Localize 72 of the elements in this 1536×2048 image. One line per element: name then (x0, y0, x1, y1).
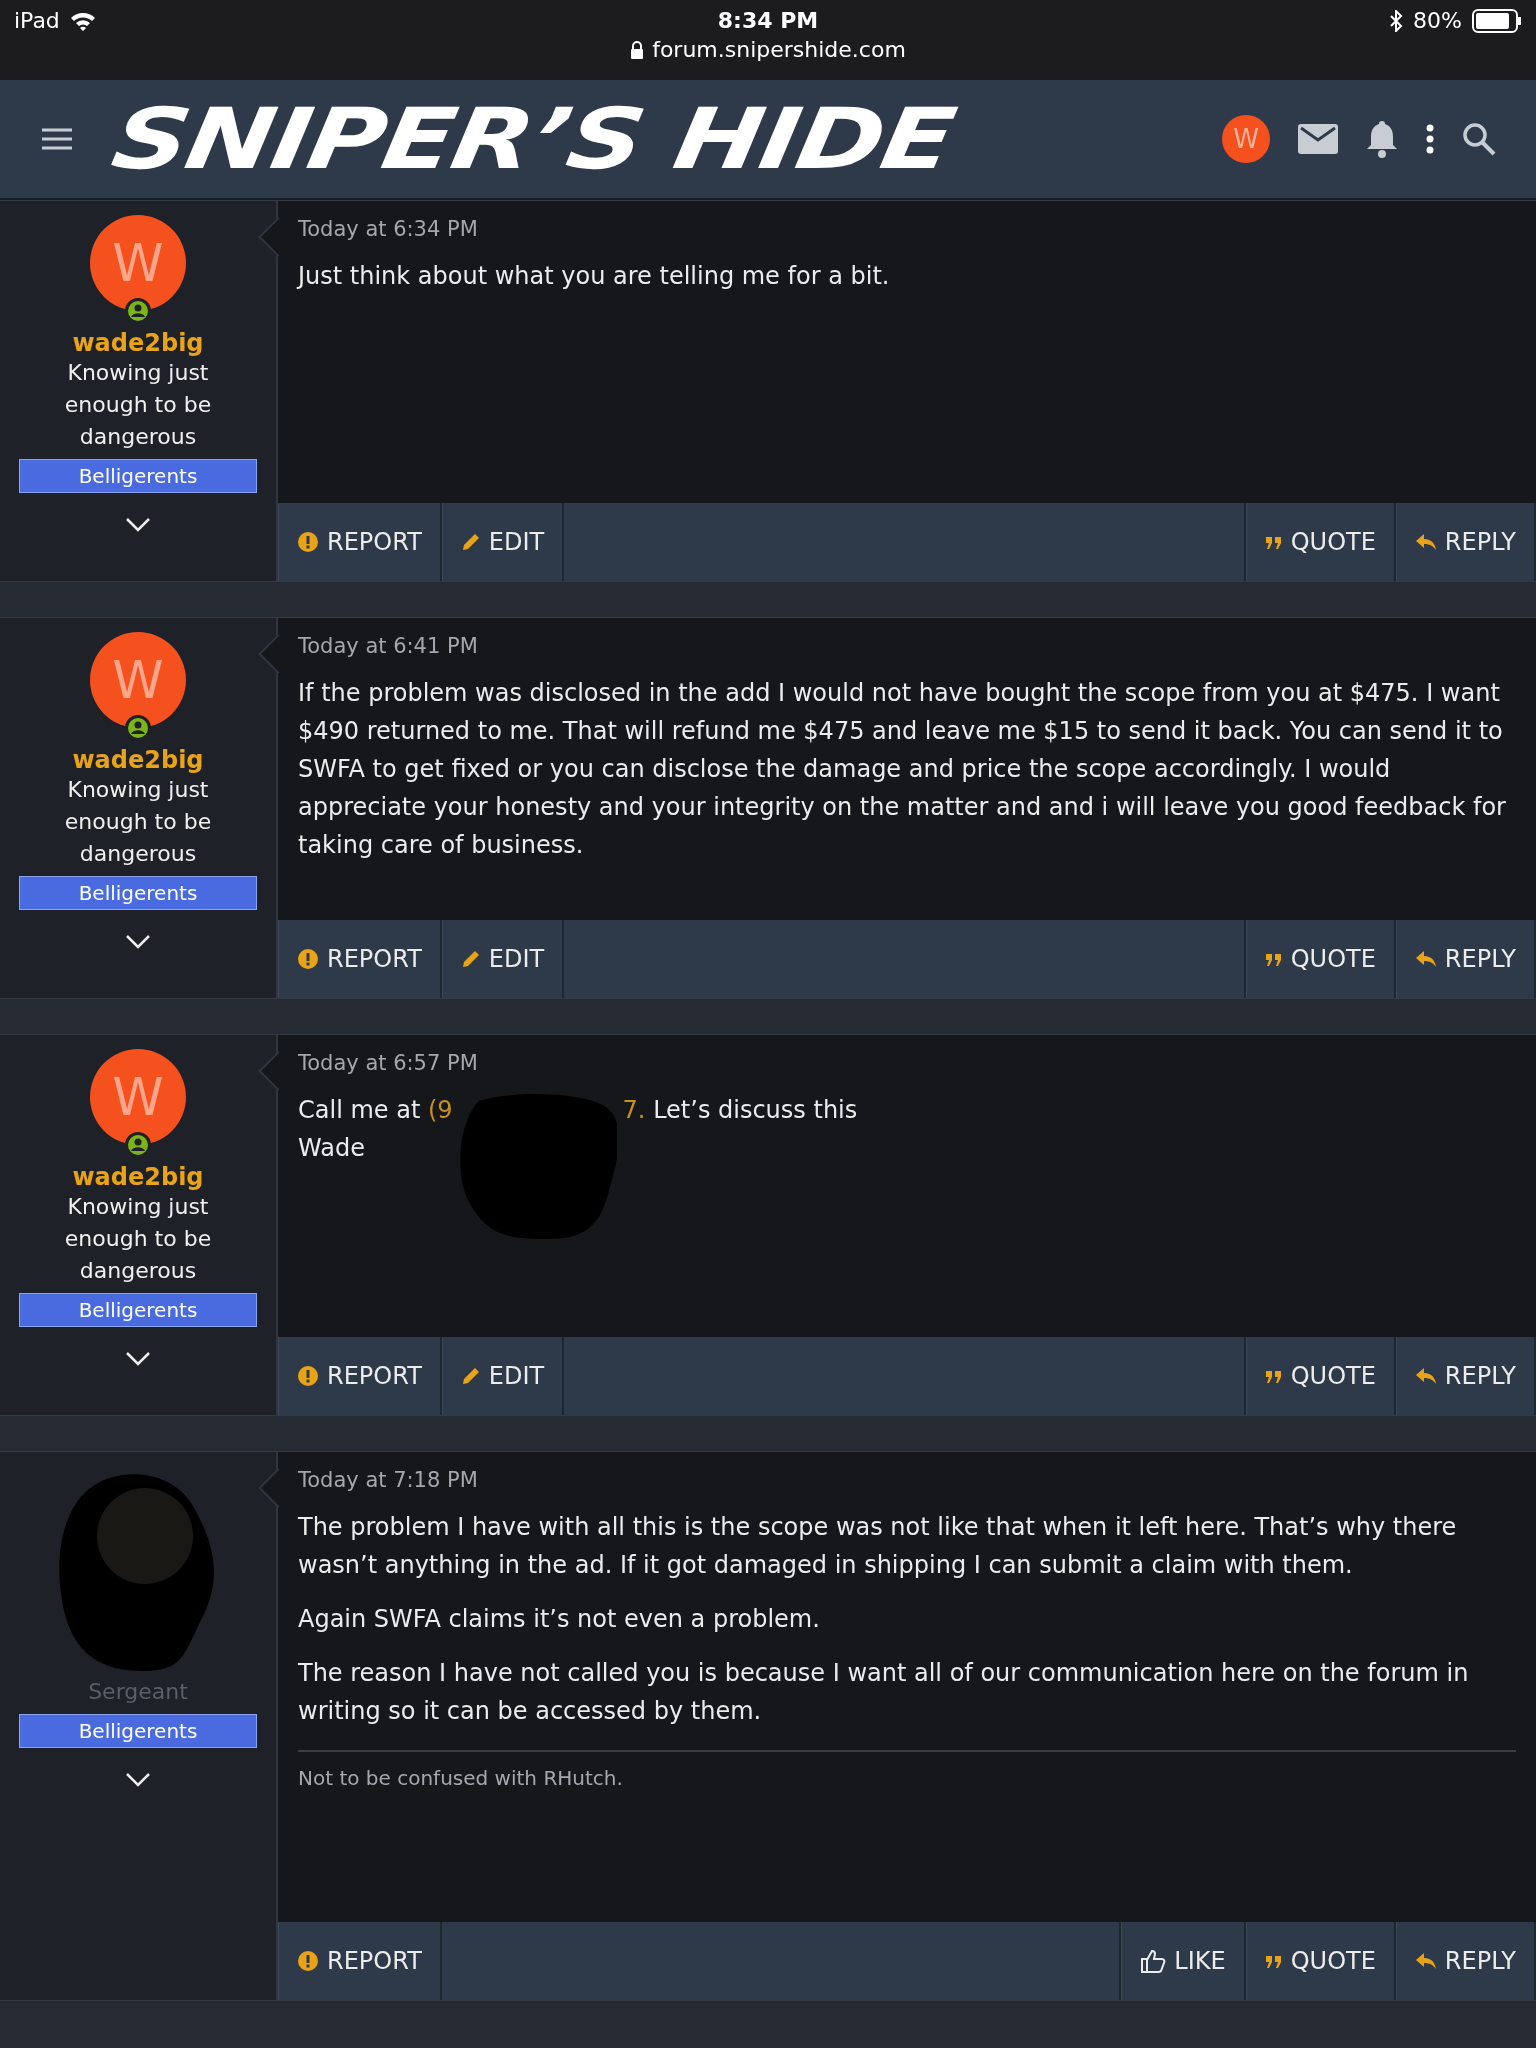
user-banner: Belligerents (19, 876, 257, 910)
warning-icon (297, 1950, 319, 1972)
device-name: iPad (14, 8, 60, 33)
reply-icon (1414, 1951, 1437, 1971)
post-text: The problem I have with all this is the scope was not like that when it left here. That’s why there wasn’t anything in the ad. If it got damaged in shipping I can submit a claim with them. (298, 1512, 1458, 1581)
battery-icon (1472, 8, 1522, 33)
quote-button[interactable]: QUOTE (1245, 1337, 1396, 1415)
report-button[interactable]: REPORT (278, 1337, 442, 1415)
reply-icon (1414, 532, 1437, 552)
post-timestamp: Today at 7:18 PM (298, 1468, 479, 1492)
user-title: Knowing just enough to be dangerous (63, 359, 213, 451)
quote-button[interactable]: QUOTE (1245, 503, 1396, 581)
pencil-icon (460, 532, 481, 552)
menu-icon[interactable] (42, 128, 72, 150)
post-timestamp: Today at 6:41 PM (298, 634, 479, 658)
signature-text: Not to be confused with RHutch. (298, 1766, 624, 1790)
wifi-icon (69, 10, 96, 31)
chevron-down-icon[interactable] (125, 1772, 151, 1788)
post-text: If the problem was disclosed in the add I would not have bought the scope from you at $475. I want $490 returned to me. That will refund me $475 and leave me $15 to send it back. You can send it to SWFA to get fixed or you can disclose the damage and price the scope accordingly. I would appreciate your honesty and your integrity on the matter and and i will leave you good feedback for taking care of business. (298, 678, 1507, 861)
report-button[interactable]: REPORT (278, 1922, 442, 2000)
warning-icon (297, 1365, 319, 1387)
quote-icon (1264, 1953, 1283, 1969)
post-text: Call me at (9 7. Let’s discuss this Wade (298, 1091, 1516, 1167)
lock-icon (630, 40, 645, 59)
user-title: Knowing just enough to be dangerous (63, 776, 213, 868)
username[interactable]: wade2big (72, 1163, 204, 1191)
warning-icon (297, 948, 319, 970)
reply-button[interactable]: REPLY (1395, 1922, 1536, 2000)
user-banner: Belligerents (19, 1714, 257, 1748)
reply-button[interactable]: REPLY (1395, 503, 1536, 581)
post-text: Just think about what you are telling me for a bit. (298, 261, 891, 292)
edit-button[interactable]: EDIT (441, 503, 565, 581)
report-button[interactable]: REPORT (278, 920, 442, 998)
post-timestamp: Today at 6:34 PM (298, 217, 479, 241)
report-button[interactable]: REPORT (278, 503, 442, 581)
reply-icon (1414, 949, 1437, 969)
user-title: Sergeant (87, 1678, 189, 1706)
quote-button[interactable]: QUOTE (1245, 920, 1396, 998)
more-icon[interactable] (1426, 124, 1434, 154)
like-button[interactable]: LIKE (1121, 1922, 1246, 2000)
clock-time: 8:34 PM (717, 8, 819, 33)
pencil-icon (460, 949, 481, 969)
edit-button[interactable]: EDIT (441, 920, 565, 998)
search-icon[interactable] (1462, 122, 1496, 156)
post-text: The reason I have not called you is because I want all of our communication here on the forum in writing so it can be accessed by them. (298, 1658, 1470, 1727)
quote-icon (1264, 534, 1283, 550)
reply-icon (1414, 1366, 1437, 1386)
thumbs-up-icon (1140, 1948, 1167, 1974)
quote-icon (1264, 1368, 1283, 1384)
chevron-down-icon[interactable] (125, 934, 151, 950)
battery-percent: 80% (1413, 8, 1462, 33)
page-url[interactable]: forum.snipershide.com (652, 37, 906, 62)
edit-button[interactable]: EDIT (441, 1337, 565, 1415)
user-banner: Belligerents (19, 1293, 257, 1327)
reply-button[interactable]: REPLY (1395, 1337, 1536, 1415)
bluetooth-icon (1389, 9, 1404, 32)
warning-icon (297, 531, 319, 553)
site-logo[interactable]: SNIPER’S HIDE (105, 90, 961, 188)
chevron-down-icon[interactable] (125, 517, 151, 533)
chevron-down-icon[interactable] (125, 1351, 151, 1367)
pencil-icon (460, 1366, 481, 1386)
quote-button[interactable]: QUOTE (1245, 1922, 1396, 2000)
bell-icon[interactable] (1366, 119, 1398, 159)
reply-button[interactable]: REPLY (1395, 920, 1536, 998)
mail-icon[interactable] (1298, 124, 1338, 154)
username[interactable]: wade2big (72, 746, 204, 774)
username[interactable]: wade2big (72, 329, 204, 357)
post-text: Again SWFA claims it’s not even a problem. (298, 1604, 821, 1635)
post-timestamp: Today at 6:57 PM (298, 1051, 479, 1075)
quote-icon (1264, 951, 1283, 967)
user-banner: Belligerents (19, 459, 257, 493)
user-title: Knowing just enough to be dangerous (63, 1193, 213, 1285)
